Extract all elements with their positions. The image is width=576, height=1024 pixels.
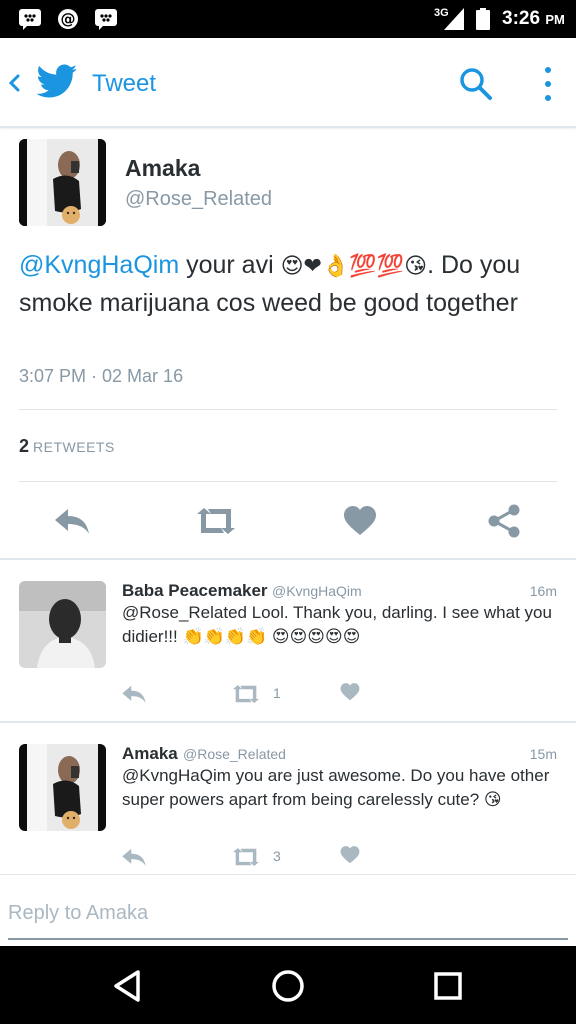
- battery-icon: [476, 8, 490, 30]
- nav-back-icon[interactable]: [108, 966, 148, 1006]
- tweet-emojis: 😍❤👌💯💯😘: [280, 254, 428, 279]
- back-icon[interactable]: [4, 68, 24, 98]
- reply-author-handle[interactable]: @Rose_Related: [183, 746, 286, 762]
- divider: [19, 409, 557, 410]
- retweet-icon[interactable]: [230, 683, 262, 705]
- avatar[interactable]: [19, 581, 106, 668]
- bbm-icon: [19, 9, 41, 30]
- reply-icon[interactable]: [120, 683, 148, 705]
- signal-icon: [444, 8, 464, 30]
- reply-icon[interactable]: [120, 846, 148, 868]
- nav-home-icon[interactable]: [268, 966, 308, 1006]
- retweet-count: 3: [273, 848, 281, 864]
- bbm-icon: [95, 9, 117, 30]
- at-icon: @: [58, 9, 78, 29]
- share-icon[interactable]: [486, 503, 522, 539]
- reply-input[interactable]: [8, 898, 568, 928]
- tweet-text-part: your avi: [179, 251, 281, 279]
- retweet-icon[interactable]: [194, 505, 238, 537]
- avatar-image: [19, 581, 106, 668]
- avatar[interactable]: [19, 139, 106, 226]
- like-icon[interactable]: [340, 845, 360, 865]
- reply-author-name[interactable]: Amaka: [122, 744, 178, 764]
- reply-author-name[interactable]: Baba Peacemaker: [122, 581, 268, 601]
- mention-link[interactable]: @KvngHaQim: [19, 251, 179, 279]
- svg-text:@: @: [61, 10, 76, 28]
- reply-text: @Rose_Related Lool. Thank you, darling. …: [122, 603, 552, 646]
- retweet-count[interactable]: 2 RETWEETS: [19, 436, 115, 457]
- divider: [0, 874, 576, 875]
- retweet-icon[interactable]: [230, 846, 262, 868]
- overflow-menu-icon[interactable]: [538, 64, 558, 104]
- avatar-image: [19, 139, 106, 226]
- reply-time: 16m: [529, 583, 557, 599]
- app-bar: Tweet: [0, 38, 576, 128]
- tweet-timestamp: 3:07 PM · 02 Mar 16: [19, 366, 184, 386]
- nav-recents-icon[interactable]: [428, 966, 468, 1006]
- page-title: Tweet: [92, 70, 157, 97]
- author-name[interactable]: Amaka: [125, 155, 200, 182]
- reply-icon[interactable]: [52, 505, 92, 537]
- tweet-text: @KvngHaQim your avi 😍❤👌💯💯😘. Do you smoke…: [19, 247, 559, 321]
- search-icon[interactable]: [458, 66, 494, 102]
- status-bar: @ 3G 3:26 PM: [0, 0, 576, 38]
- nav-bar: [0, 946, 576, 1024]
- divider: [0, 721, 576, 723]
- avatar[interactable]: [19, 744, 106, 831]
- reply-time: 15m: [529, 746, 557, 762]
- divider: [0, 558, 576, 560]
- like-icon[interactable]: [343, 505, 377, 537]
- avatar-image: [19, 744, 106, 831]
- reply-author-handle[interactable]: @KvngHaQim: [272, 583, 362, 599]
- twitter-bird-icon[interactable]: [36, 64, 78, 100]
- status-time: 3:26 PM: [502, 8, 565, 29]
- author-handle[interactable]: @Rose_Related: [125, 188, 272, 211]
- divider: [19, 481, 557, 482]
- like-icon[interactable]: [340, 682, 360, 702]
- retweet-count: 1: [273, 685, 281, 701]
- reply-box: [8, 898, 568, 940]
- reply-text: @KvngHaQim you are just awesome. Do you …: [122, 766, 550, 809]
